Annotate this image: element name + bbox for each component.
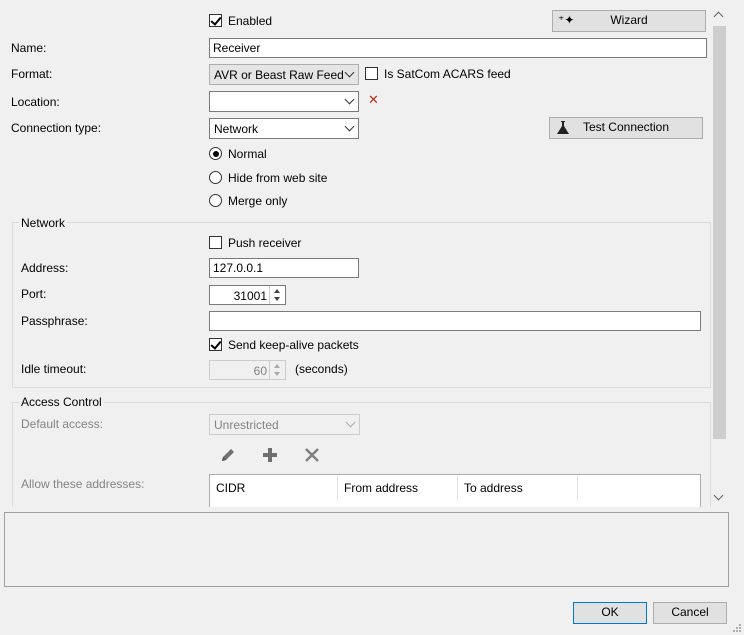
radio-merge-label: Merge only <box>228 194 288 208</box>
address-input[interactable]: 127.0.0.1 <box>209 258 359 278</box>
push-receiver-label: Push receiver <box>228 236 302 250</box>
column-header-to[interactable]: To address <box>458 475 578 501</box>
delete-button[interactable] <box>301 444 323 466</box>
format-dropdown-value: AVR or Beast Raw Feed <box>214 68 344 82</box>
clear-location-icon[interactable]: ✕ <box>368 93 379 107</box>
connection-type-dropdown[interactable]: Network <box>209 118 359 139</box>
idle-timeout-arrows[interactable] <box>269 361 285 379</box>
chevron-down-icon <box>345 417 356 428</box>
test-connection-label: Test Connection <box>582 120 670 134</box>
connection-type-label: Connection type: <box>11 121 102 135</box>
scroll-down-icon[interactable] <box>713 490 724 501</box>
radio-merge-only[interactable] <box>209 194 222 207</box>
vertical-scrollbar[interactable] <box>711 5 728 507</box>
location-dropdown[interactable] <box>209 91 359 112</box>
cancel-button[interactable]: Cancel <box>653 602 727 624</box>
pencil-icon <box>222 449 234 461</box>
idle-timeout-stepper[interactable]: 60 <box>209 360 286 380</box>
radio-normal[interactable] <box>209 147 222 160</box>
test-connection-button[interactable]: Test Connection <box>549 117 703 139</box>
radio-hide-from-web-site[interactable] <box>209 171 222 184</box>
access-control-title: Access Control <box>19 395 104 409</box>
description-box <box>4 512 729 587</box>
format-dropdown[interactable]: AVR or Beast Raw Feed <box>209 64 359 85</box>
push-receiver-checkbox[interactable] <box>209 236 222 249</box>
column-header-from[interactable]: From address <box>338 475 458 501</box>
idle-timeout-unit: (seconds) <box>295 362 348 376</box>
arrow-down-icon <box>274 297 280 301</box>
format-label: Format: <box>11 67 53 81</box>
column-header-cidr[interactable]: CIDR <box>210 475 338 501</box>
satcom-checkbox[interactable] <box>365 67 378 80</box>
idle-timeout-value: 60 <box>253 364 267 378</box>
wizard-icon: ⁺✦ <box>558 13 575 27</box>
address-label: Address: <box>21 261 69 275</box>
chevron-down-icon <box>344 94 355 105</box>
passphrase-input[interactable] <box>209 311 701 331</box>
network-group-title: Network <box>19 216 68 230</box>
resize-grip-icon[interactable] <box>732 623 742 633</box>
default-access-value: Unrestricted <box>214 418 279 432</box>
port-label: Port: <box>21 287 47 301</box>
edit-button[interactable] <box>217 444 239 466</box>
arrow-up-icon <box>274 289 280 293</box>
settings-panel: Enabled ⁺✦ Wizard Name: Receiver Format:… <box>5 5 711 507</box>
port-stepper-arrows[interactable] <box>269 286 285 304</box>
allow-addresses-list[interactable]: CIDR From address To address <box>209 474 701 507</box>
connection-type-value: Network <box>214 122 259 136</box>
allow-addresses-label: Allow these addresses: <box>21 477 145 491</box>
chevron-down-icon <box>344 67 355 78</box>
delete-x-icon <box>305 448 319 462</box>
arrow-down-icon <box>274 372 280 376</box>
scrollbar-thumb[interactable] <box>713 26 726 439</box>
chevron-down-icon <box>344 121 355 132</box>
enabled-checkbox[interactable] <box>209 14 222 27</box>
satcom-label: Is SatCom ACARS feed <box>384 67 511 81</box>
wizard-button[interactable]: ⁺✦ Wizard <box>552 10 706 32</box>
add-button[interactable] <box>259 444 281 466</box>
network-group <box>12 222 711 388</box>
arrow-up-icon <box>274 364 280 368</box>
port-value: 31001 <box>233 289 267 303</box>
name-input[interactable]: Receiver <box>209 38 707 58</box>
wizard-button-label: Wizard <box>610 13 648 27</box>
keepalive-label: Send keep-alive packets <box>228 338 359 352</box>
ok-button[interactable]: OK <box>573 602 647 624</box>
plus-icon <box>263 448 277 462</box>
enabled-label: Enabled <box>228 14 273 28</box>
scroll-up-icon[interactable] <box>713 11 724 22</box>
default-access-label: Default access: <box>21 417 104 431</box>
idle-timeout-label: Idle timeout: <box>21 362 87 376</box>
passphrase-label: Passphrase: <box>21 314 88 328</box>
keepalive-checkbox[interactable] <box>209 338 222 351</box>
port-stepper[interactable]: 31001 <box>209 285 286 305</box>
radio-hide-label: Hide from web site <box>228 171 328 185</box>
radio-normal-label: Normal <box>228 147 267 161</box>
default-access-dropdown[interactable]: Unrestricted <box>209 414 360 435</box>
flask-icon <box>557 121 569 135</box>
name-label: Name: <box>11 41 47 55</box>
location-label: Location: <box>11 95 60 109</box>
